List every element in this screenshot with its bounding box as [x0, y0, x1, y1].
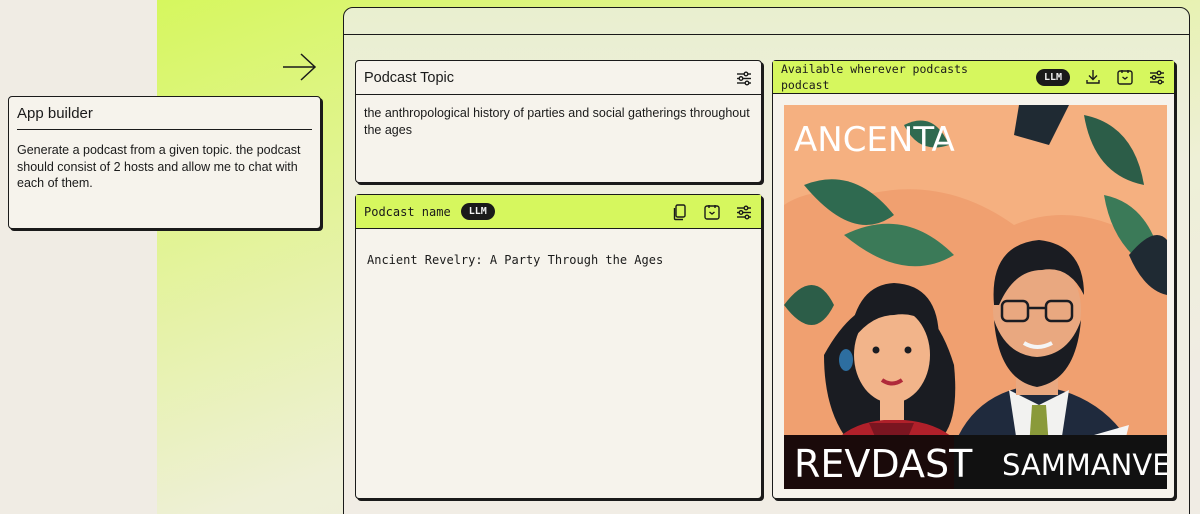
download-icon[interactable]: [1084, 68, 1102, 86]
sliders-icon[interactable]: [735, 69, 753, 87]
podcast-cover-image[interactable]: ANCENTA REVDAST SAMMANVERY: [784, 105, 1167, 489]
podcast-topic-title: Podcast Topic: [364, 69, 455, 86]
podcast-name-title: Podcast name: [364, 204, 451, 219]
cover-text-bottom-left: REVDAST: [794, 442, 973, 486]
podcast-topic-panel[interactable]: Podcast Topic the anthropological histor…: [355, 60, 762, 183]
podcast-name-header: Podcast name LLM: [356, 195, 761, 229]
podcast-name-value[interactable]: Ancient Revelry: A Party Through the Age…: [356, 229, 761, 291]
llm-badge: LLM: [460, 203, 495, 220]
podcast-cover-title: Available wherever podcasts podcast: [781, 62, 968, 92]
app-builder-card[interactable]: App builder Generate a podcast from a gi…: [8, 96, 321, 229]
podcast-cover-panel[interactable]: Available wherever podcasts podcast LLM: [772, 60, 1175, 499]
regenerate-icon[interactable]: [1116, 68, 1134, 86]
cover-text-top: ANCENTA: [794, 120, 955, 160]
podcast-topic-header: Podcast Topic: [356, 61, 761, 95]
container-divider: [344, 34, 1189, 35]
podcast-topic-value[interactable]: the anthropological history of parties a…: [356, 95, 761, 148]
app-builder-description: Generate a podcast from a given topic. t…: [17, 143, 301, 190]
sliders-icon[interactable]: [735, 203, 753, 221]
arrow-right-icon: [283, 53, 317, 81]
copy-icon[interactable]: [671, 203, 689, 221]
app-builder-title: App builder: [17, 97, 312, 130]
podcast-name-panel[interactable]: Podcast name LLM Ancient Revelry: A Part…: [355, 194, 762, 499]
sliders-icon[interactable]: [1148, 68, 1166, 86]
podcast-cover-header: Available wherever podcasts podcast LLM: [773, 61, 1174, 94]
cover-text-bottom-right: SAMMANVERY: [1002, 448, 1167, 482]
llm-badge: LLM: [1035, 68, 1070, 86]
regenerate-icon[interactable]: [703, 203, 721, 221]
